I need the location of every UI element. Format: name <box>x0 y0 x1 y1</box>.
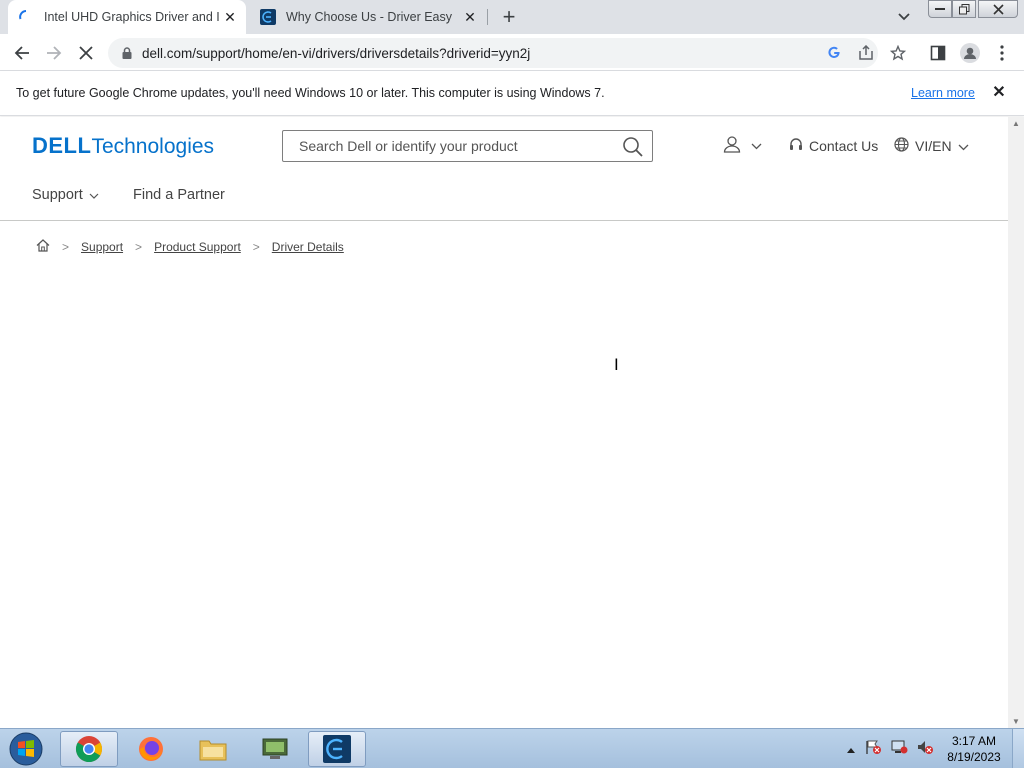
firefox-icon <box>139 737 163 761</box>
contact-us-label: Contact Us <box>809 138 879 154</box>
tab-close-icon[interactable]: ✕ <box>220 7 240 27</box>
window-restore-button[interactable] <box>952 0 976 18</box>
url-text: dell.com/support/home/en-vi/drivers/driv… <box>142 45 531 61</box>
window-close-button[interactable] <box>978 0 1018 18</box>
tab-search-chevron-icon[interactable] <box>893 7 915 27</box>
clock-date: 8/19/2023 <box>947 750 1001 764</box>
show-desktop-button[interactable] <box>1012 729 1024 768</box>
user-icon <box>723 135 741 158</box>
side-panel-icon[interactable] <box>924 39 952 67</box>
nav-support-menu[interactable]: Support <box>32 187 99 203</box>
tab-title: Intel UHD Graphics Driver and In <box>44 10 220 24</box>
search-icon[interactable] <box>622 136 644 158</box>
search-box <box>282 130 653 162</box>
chrome-update-infobar: To get future Google Chrome updates, you… <box>0 71 1024 116</box>
chevron-right-icon: > <box>62 240 70 254</box>
header-divider <box>0 220 1008 221</box>
menu-kebab-icon[interactable] <box>988 39 1016 67</box>
browser-toolbar: dell.com/support/home/en-vi/drivers/driv… <box>0 34 1024 71</box>
bookmark-star-icon[interactable] <box>884 39 912 67</box>
taskbar-firefox[interactable] <box>122 731 180 767</box>
contact-us-link[interactable]: Contact Us <box>789 137 878 155</box>
show-hidden-icons-icon[interactable] <box>846 741 856 759</box>
stop-loading-icon[interactable] <box>72 39 100 67</box>
nav-support-label: Support <box>32 187 83 203</box>
tab-driver-easy[interactable]: Why Choose Us - Driver Easy ✕ <box>250 0 486 34</box>
taskbar-driver-easy[interactable] <box>308 731 366 767</box>
address-bar[interactable]: dell.com/support/home/en-vi/drivers/driv… <box>108 38 878 68</box>
taskbar-clock[interactable]: 3:17 AM 8/19/2023 <box>940 733 1008 765</box>
globe-icon <box>894 137 909 155</box>
dell-technologies-logo[interactable]: DELL Technologies <box>32 133 214 159</box>
start-button[interactable] <box>6 731 46 767</box>
chevron-down-icon <box>958 138 969 154</box>
taskbar-chrome[interactable] <box>60 731 118 767</box>
window-minimize-button[interactable] <box>928 0 952 18</box>
infobar-close-icon[interactable]: ✕ <box>990 83 1008 101</box>
home-icon[interactable] <box>36 239 50 255</box>
nav-find-a-partner[interactable]: Find a Partner <box>133 187 225 203</box>
chevron-right-icon: > <box>252 240 260 254</box>
back-button[interactable] <box>8 39 36 67</box>
locale-label: VI/EN <box>915 138 952 154</box>
account-menu[interactable] <box>723 135 769 158</box>
tab-strip: Intel UHD Graphics Driver and In ✕ Why C… <box>0 0 1024 34</box>
profile-avatar-icon[interactable] <box>956 39 984 67</box>
infobar-message: To get future Google Chrome updates, you… <box>16 86 605 100</box>
web-page: DELL Technologies Contact Us VI/EN Suppo… <box>0 117 1008 728</box>
breadcrumb: > Support > Product Support > Driver Det… <box>36 239 344 255</box>
chevron-down-icon <box>751 137 762 155</box>
scroll-down-arrow-icon[interactable]: ▼ <box>1012 717 1020 726</box>
tab-title: Why Choose Us - Driver Easy <box>286 10 453 24</box>
loading-spinner-icon <box>18 9 34 25</box>
headset-icon <box>789 137 803 155</box>
action-center-flag-icon[interactable] <box>864 739 882 760</box>
search-input[interactable] <box>283 131 613 161</box>
tab-intel-uhd[interactable]: Intel UHD Graphics Driver and In ✕ <box>8 0 246 34</box>
scroll-up-arrow-icon[interactable]: ▲ <box>1012 119 1020 128</box>
breadcrumb-product-support[interactable]: Product Support <box>154 240 241 254</box>
new-tab-button[interactable]: + <box>497 4 521 29</box>
device-manager-icon <box>262 738 288 759</box>
system-tray <box>846 739 934 760</box>
learn-more-link[interactable]: Learn more <box>911 86 975 100</box>
taskbar-file-explorer[interactable] <box>184 731 242 767</box>
clock-time: 3:17 AM <box>951 734 997 748</box>
chevron-down-icon <box>89 187 99 203</box>
driver-easy-icon <box>323 735 351 763</box>
breadcrumb-support[interactable]: Support <box>81 240 123 254</box>
folder-icon <box>199 740 227 761</box>
breadcrumb-driver-details[interactable]: Driver Details <box>272 240 344 254</box>
tab-separator <box>487 9 488 25</box>
chevron-right-icon: > <box>135 240 143 254</box>
windows-taskbar: 3:17 AM 8/19/2023 <box>0 728 1024 768</box>
page-scrollbar[interactable]: ▲ ▼ <box>1008 117 1024 728</box>
locale-selector[interactable]: VI/EN <box>894 137 969 155</box>
logo-technologies: Technologies <box>91 135 215 158</box>
logo-dell: DELL <box>32 133 92 158</box>
driver-easy-favicon-icon <box>260 9 276 25</box>
google-lens-icon[interactable] <box>820 39 848 67</box>
tab-close-icon[interactable]: ✕ <box>460 7 480 27</box>
chrome-icon <box>75 736 103 763</box>
lock-icon[interactable] <box>120 46 134 60</box>
network-icon[interactable] <box>890 739 908 760</box>
taskbar-device-manager[interactable] <box>246 731 304 767</box>
share-icon[interactable] <box>852 39 880 67</box>
text-cursor-icon: I <box>614 355 619 374</box>
forward-button[interactable] <box>40 39 68 67</box>
volume-muted-icon[interactable] <box>916 739 934 760</box>
